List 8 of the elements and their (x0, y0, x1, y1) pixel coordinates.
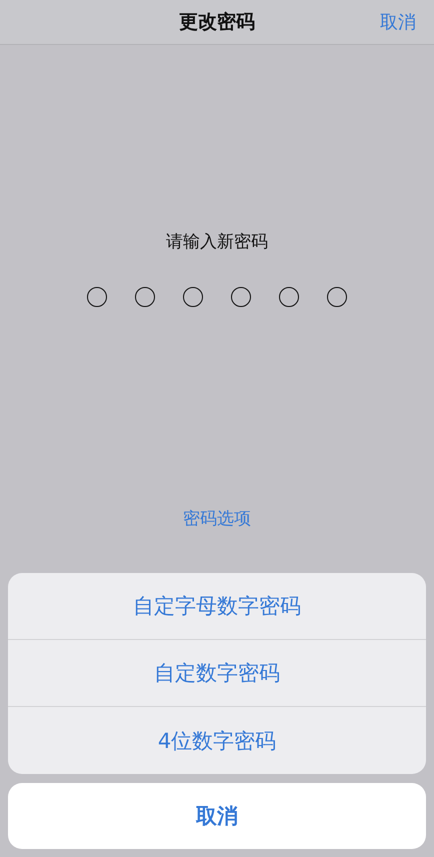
sheet-option[interactable]: 4位数字密码 (8, 707, 426, 774)
screen-title: 更改密码 (179, 10, 255, 35)
passcode-options-link[interactable]: 密码选项 (183, 507, 251, 530)
sheet-option[interactable]: 自定数字密码 (8, 640, 426, 707)
sheet-cancel-button[interactable]: 取消 (8, 783, 426, 849)
sheet-option[interactable]: 自定字母数字密码 (8, 573, 426, 640)
prompt-text: 请输入新密码 (166, 231, 268, 253)
cancel-button[interactable]: 取消 (380, 10, 416, 34)
